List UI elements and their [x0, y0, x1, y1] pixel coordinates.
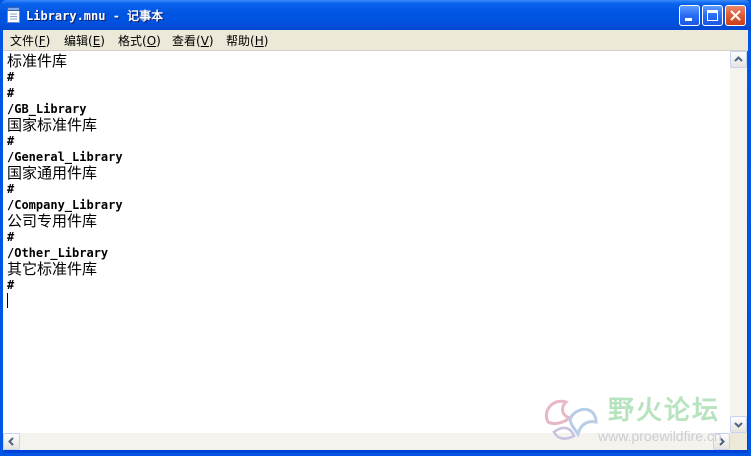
watermark: 野火论坛 www.proewildfire.cn: [540, 388, 746, 450]
menu-help-label: 帮助: [226, 34, 251, 48]
text-caret: [7, 293, 8, 308]
close-button[interactable]: [725, 5, 746, 26]
text-lines: 标准件库 # # /GB_Library 国家标准件库 # /General_L…: [7, 53, 123, 293]
menu-help-accel: H: [254, 34, 264, 48]
menu-view-label: 查看: [172, 34, 197, 48]
text-line: #: [7, 230, 15, 244]
flame-logo-icon: [545, 399, 598, 440]
watermark-url: www.proewildfire.cn: [598, 428, 722, 444]
watermark-title: 野火论坛: [608, 396, 721, 426]
menu-format-accel: O: [146, 34, 157, 48]
text-line: 其它标准件库: [7, 260, 98, 278]
text-line: /Company_Library: [7, 198, 123, 212]
text-line: /General_Library: [7, 150, 123, 164]
text-line: /GB_Library: [7, 102, 87, 116]
scroll-up-button[interactable]: [730, 51, 747, 68]
menu-edit-accel: E: [92, 34, 101, 48]
menu-bar: 文件(F) 编辑(E) 格式(O) 查看(V) 帮助(H): [3, 30, 748, 51]
text-line: #: [7, 134, 15, 148]
menu-view[interactable]: 查看(V): [172, 32, 214, 49]
menu-file-accel: F: [38, 34, 46, 48]
text-line: 标准件库: [7, 52, 68, 70]
menu-file[interactable]: 文件(F): [10, 32, 50, 49]
vertical-scrollbar[interactable]: [730, 51, 747, 433]
scroll-left-button[interactable]: [3, 433, 20, 450]
menu-edit-label: 编辑: [64, 34, 89, 48]
window-title: Library.mnu - 记事本: [26, 9, 164, 23]
menu-view-accel: V: [200, 34, 209, 48]
text-line: #: [7, 278, 15, 292]
menu-help[interactable]: 帮助(H): [226, 32, 268, 49]
text-editor[interactable]: 标准件库 # # /GB_Library 国家标准件库 # /General_L…: [3, 51, 730, 433]
notepad-window: Library.mnu - 记事本 文件(F) 编辑(E) 格式(O) 查看(V…: [0, 0, 751, 456]
text-line: 国家标准件库: [7, 116, 98, 134]
chevron-left-icon: [8, 437, 14, 446]
text-line: /Other_Library: [7, 246, 109, 260]
minimize-icon: [685, 18, 692, 21]
minimize-button[interactable]: [679, 5, 700, 26]
menu-edit[interactable]: 编辑(E): [64, 32, 105, 49]
maximize-icon: [707, 10, 718, 21]
menu-format-label: 格式: [118, 34, 143, 48]
menu-format[interactable]: 格式(O): [118, 32, 161, 49]
maximize-button[interactable]: [702, 5, 723, 26]
text-line: 公司专用件库: [7, 212, 98, 230]
notepad-icon: [7, 7, 20, 23]
close-icon: [730, 10, 741, 21]
text-line: #: [7, 70, 15, 84]
text-line: 国家通用件库: [7, 164, 98, 182]
text-line: #: [7, 86, 15, 100]
chevron-up-icon: [734, 56, 743, 62]
menu-file-label: 文件: [10, 34, 35, 48]
text-line: #: [7, 182, 15, 196]
title-bar[interactable]: Library.mnu - 记事本: [0, 0, 751, 30]
